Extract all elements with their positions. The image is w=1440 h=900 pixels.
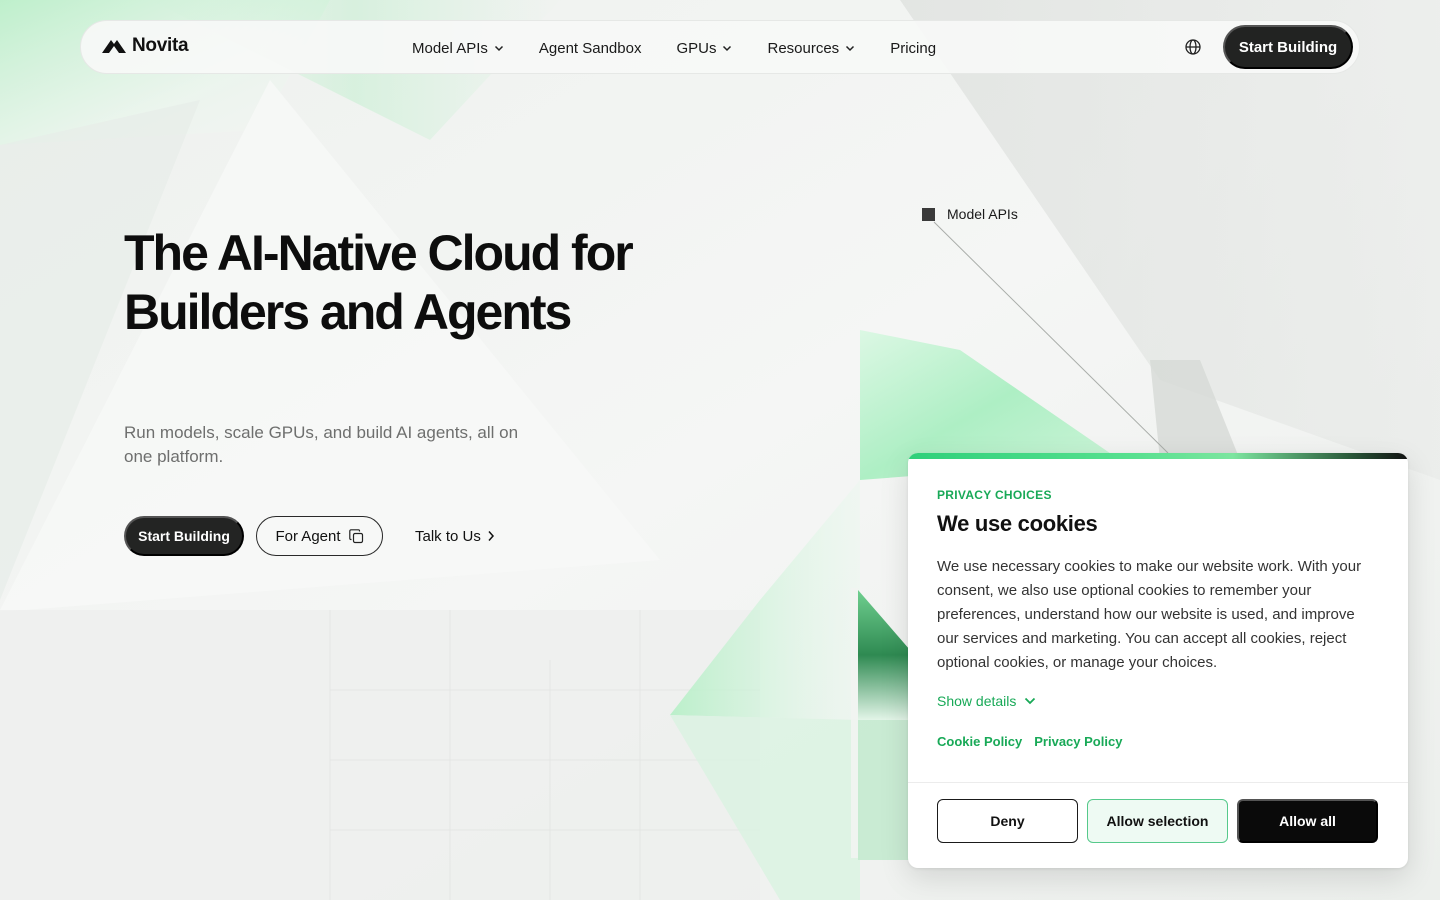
show-details-label: Show details xyxy=(937,693,1017,709)
allow-all-button[interactable]: Allow all xyxy=(1237,799,1378,843)
cookie-accent-bar xyxy=(908,453,1408,459)
nav-item-model-apis[interactable]: Model APIs xyxy=(412,40,504,57)
novita-logo-icon xyxy=(102,40,126,53)
chevron-down-icon xyxy=(723,45,732,52)
chevron-down-icon xyxy=(1025,697,1036,705)
nav-item-label: GPUs xyxy=(676,39,717,57)
hero-subtitle: Run models, scale GPUs, and build AI age… xyxy=(124,423,519,466)
chevron-right-icon xyxy=(488,531,494,541)
nav-item-agent-sandbox[interactable]: Agent Sandbox xyxy=(539,40,642,57)
nav-item-label: Resources xyxy=(767,39,840,57)
cookie-policy-link[interactable]: Cookie Policy xyxy=(937,734,1022,749)
model-apis-tag: Model APIs xyxy=(922,206,1018,222)
nav-item-label: Agent Sandbox xyxy=(538,39,642,57)
tag-label: Model APIs xyxy=(947,206,1018,222)
nav-item-pricing[interactable]: Pricing xyxy=(890,40,936,57)
globe-icon[interactable] xyxy=(1184,38,1202,56)
hero-title: The AI-Native Cloud for Builders and Age… xyxy=(124,225,634,340)
cookie-description: We use necessary cookies to make our web… xyxy=(937,558,1362,671)
cookie-eyebrow: PRIVACY CHOICES xyxy=(937,488,1052,502)
for-agent-label: For Agent xyxy=(275,527,341,545)
copy-icon xyxy=(348,528,363,543)
nav-links: Model APIs Agent Sandbox GPUs Resources … xyxy=(412,21,971,75)
privacy-policy-link[interactable]: Privacy Policy xyxy=(1034,734,1122,749)
for-agent-button[interactable]: For Agent xyxy=(256,516,383,556)
chevron-down-icon xyxy=(494,45,503,52)
nav-item-label: Model APIs xyxy=(412,39,488,57)
logo[interactable]: Novita xyxy=(102,35,189,57)
cookie-title: We use cookies xyxy=(937,511,1098,536)
show-details-toggle[interactable]: Show details xyxy=(937,693,1379,709)
cookie-divider xyxy=(908,782,1408,783)
start-building-button[interactable]: Start Building xyxy=(124,516,244,556)
tag-marker xyxy=(922,207,935,221)
deny-button[interactable]: Deny xyxy=(937,799,1078,843)
logo-text: Novita xyxy=(132,35,189,56)
nav-item-label: Pricing xyxy=(890,39,937,57)
cookie-actions: Deny Allow selection Allow all xyxy=(937,799,1378,843)
cookie-consent-dialog: PRIVACY CHOICES We use cookies We use ne… xyxy=(908,453,1408,868)
nav-item-gpus[interactable]: GPUs xyxy=(676,40,732,57)
nav-item-resources[interactable]: Resources xyxy=(767,40,855,57)
start-building-nav-button[interactable]: Start Building xyxy=(1223,25,1353,69)
talk-to-us-label: Talk to Us xyxy=(415,527,481,545)
allow-selection-button[interactable]: Allow selection xyxy=(1087,799,1228,843)
top-navbar: Novita Model APIs Agent Sandbox GPUs Res… xyxy=(80,20,1360,74)
chevron-down-icon xyxy=(846,45,855,52)
policy-links: Cookie Policy Privacy Policy xyxy=(937,734,1379,749)
talk-to-us-link[interactable]: Talk to Us xyxy=(415,516,495,556)
